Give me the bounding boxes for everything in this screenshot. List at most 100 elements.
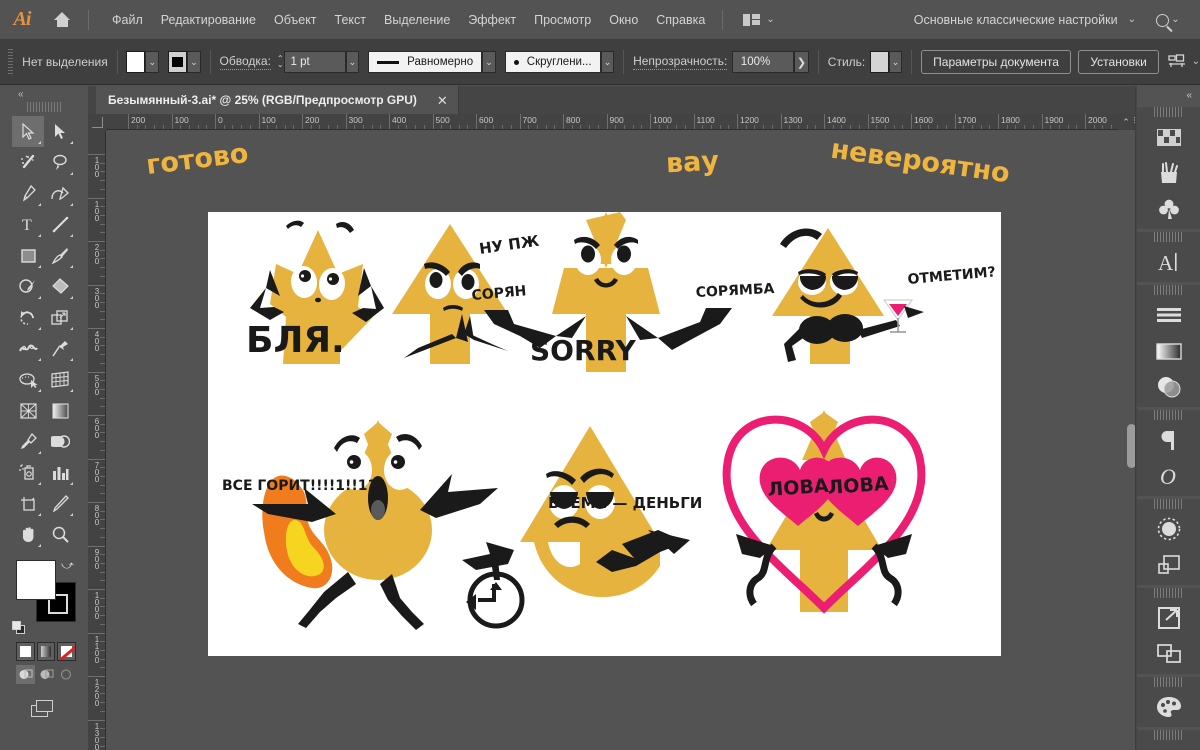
draw-behind-icon[interactable] [37, 665, 56, 684]
panel-group-grip[interactable] [1153, 730, 1184, 740]
draw-normal-icon[interactable] [16, 665, 35, 684]
stroke-weight-dropdown[interactable]: ⌄ [345, 51, 360, 73]
search-button[interactable]: ⌄ [1146, 0, 1190, 40]
width-tool[interactable] [12, 333, 44, 364]
gradient-icon[interactable] [36, 642, 56, 661]
panels-collapse-button[interactable]: « [1137, 86, 1200, 104]
shaper-tool[interactable] [12, 271, 44, 302]
selection-tool[interactable] [12, 116, 44, 147]
rotate-tool[interactable] [12, 302, 44, 333]
layers-panel-icon[interactable] [1137, 547, 1200, 583]
horizontal-ruler[interactable]: 200 100 0 100 200 300 400 500 600 700 800 900 1000 11… [106, 114, 1136, 130]
default-fill-stroke-icon[interactable] [12, 621, 27, 636]
screen-mode-icon[interactable] [31, 700, 57, 720]
paintbrush-tool[interactable] [44, 240, 76, 271]
fill-color-box[interactable] [16, 560, 56, 600]
symbols-panel-icon[interactable] [1137, 191, 1200, 227]
menu-view[interactable]: Просмотр [525, 8, 600, 32]
opacity-flyout-button[interactable]: ❯ [793, 51, 810, 73]
rectangle-tool[interactable] [12, 240, 44, 271]
graphic-style-dropdown[interactable]: ⌄ [888, 51, 903, 73]
arrange-documents-button[interactable]: ⌄ [737, 10, 780, 30]
free-transform-tool[interactable] [44, 333, 76, 364]
panel-group-grip[interactable] [1153, 410, 1184, 420]
artboards-panel-icon[interactable] [1137, 636, 1200, 672]
shape-builder-tool[interactable] [12, 364, 44, 395]
stroke-profile-select[interactable]: Равномерно [368, 51, 483, 73]
pen-tool[interactable] [12, 178, 44, 209]
fill-dropdown-button[interactable]: ⌄ [145, 51, 160, 73]
lasso-tool[interactable] [44, 147, 76, 178]
menu-window[interactable]: Окно [600, 8, 647, 32]
control-bar-grip[interactable] [8, 49, 14, 75]
swatches-panel-icon[interactable] [1137, 119, 1200, 155]
color-panel-icon[interactable] [1137, 689, 1200, 725]
workspace-switcher[interactable]: Основные классические настройки ⌄ [914, 0, 1136, 40]
stroke-weight-stepper[interactable]: ⌃ ⌄ [277, 55, 284, 69]
align-options-button[interactable]: ⌄ [1168, 53, 1200, 71]
stroke-dropdown-button[interactable]: ⌄ [187, 51, 201, 73]
curvature-tool[interactable] [44, 178, 76, 209]
fill-color-swatch[interactable] [126, 51, 146, 73]
graphic-style-swatch[interactable] [869, 51, 889, 73]
stroke-weight-input[interactable]: 1 pt [283, 51, 346, 73]
align-panel-icon[interactable] [1137, 297, 1200, 333]
hand-tool[interactable] [12, 519, 44, 550]
menu-text[interactable]: Текст [326, 8, 375, 32]
menu-edit[interactable]: Редактирование [152, 8, 265, 32]
column-graph-tool[interactable] [44, 457, 76, 488]
character-panel-icon[interactable]: A [1137, 244, 1200, 280]
menu-select[interactable]: Выделение [375, 8, 459, 32]
edit-toolbar-button[interactable]: ••• [12, 746, 76, 750]
paragraph-panel-icon[interactable] [1137, 422, 1200, 458]
magic-wand-tool[interactable] [12, 147, 44, 178]
symbol-sprayer-tool[interactable] [12, 457, 44, 488]
vertical-ruler[interactable]: 1001002003004005006007008009001000110012… [88, 130, 106, 750]
blend-tool[interactable] [44, 426, 76, 457]
panel-group-grip[interactable] [1153, 107, 1184, 117]
panel-group-grip[interactable] [1153, 499, 1184, 509]
none-icon[interactable] [57, 642, 77, 661]
perspective-grid-tool[interactable] [44, 364, 76, 395]
ruler-origin[interactable] [88, 114, 106, 130]
brush-definition-dropdown[interactable]: ⌄ [600, 51, 615, 73]
close-icon[interactable]: ✕ [437, 94, 448, 107]
home-button[interactable] [44, 0, 80, 40]
eraser-tool[interactable] [44, 271, 76, 302]
swap-fill-stroke-icon[interactable]: ⤻ [61, 558, 74, 573]
document-tab[interactable]: Безымянный-3.ai* @ 25% (RGB/Предпросмотр… [96, 86, 459, 114]
opacity-label[interactable]: Непрозрачность: [633, 54, 728, 70]
preferences-button[interactable]: Установки [1078, 50, 1159, 74]
stroke-color-swatch[interactable] [168, 51, 187, 73]
gradient-tool[interactable] [44, 395, 76, 426]
mesh-tool[interactable] [12, 395, 44, 426]
zoom-tool[interactable] [44, 519, 76, 550]
brushes-panel-icon[interactable] [1137, 155, 1200, 191]
direct-selection-tool[interactable] [44, 116, 76, 147]
glyphs-panel-icon[interactable]: O [1137, 458, 1200, 494]
transparency-panel-icon[interactable] [1137, 369, 1200, 405]
panel-group-grip[interactable] [1153, 588, 1184, 598]
document-setup-button[interactable]: Параметры документа [921, 50, 1071, 74]
opacity-input[interactable]: 100% [731, 51, 794, 73]
tools-panel-grip[interactable] [27, 102, 61, 112]
draw-inside-icon[interactable] [57, 665, 76, 684]
menu-object[interactable]: Объект [265, 8, 326, 32]
stroke-profile-dropdown[interactable]: ⌄ [482, 51, 496, 73]
slice-tool[interactable] [44, 488, 76, 519]
eyedropper-tool[interactable] [12, 426, 44, 457]
panel-group-grip[interactable] [1153, 677, 1184, 687]
collapse-ruler-icon[interactable]: ⌃ [1118, 114, 1134, 130]
menu-help[interactable]: Справка [647, 8, 714, 32]
menu-effect[interactable]: Эффект [459, 8, 525, 32]
gradient-mesh-panel-icon[interactable] [1137, 742, 1200, 750]
line-segment-tool[interactable] [44, 209, 76, 240]
solid-color-icon[interactable] [16, 642, 35, 661]
brush-definition-select[interactable]: Скруглени... [504, 51, 601, 73]
panel-group-grip[interactable] [1153, 232, 1184, 242]
asset-export-panel-icon[interactable] [1137, 600, 1200, 636]
panel-group-grip[interactable] [1153, 285, 1184, 295]
artboard[interactable]: .yel { fill: #e7b33f; } .blk { fill: #1a… [208, 212, 1001, 656]
menu-file[interactable]: Файл [103, 8, 152, 32]
stroke-weight-label[interactable]: Обводка: [219, 54, 271, 70]
